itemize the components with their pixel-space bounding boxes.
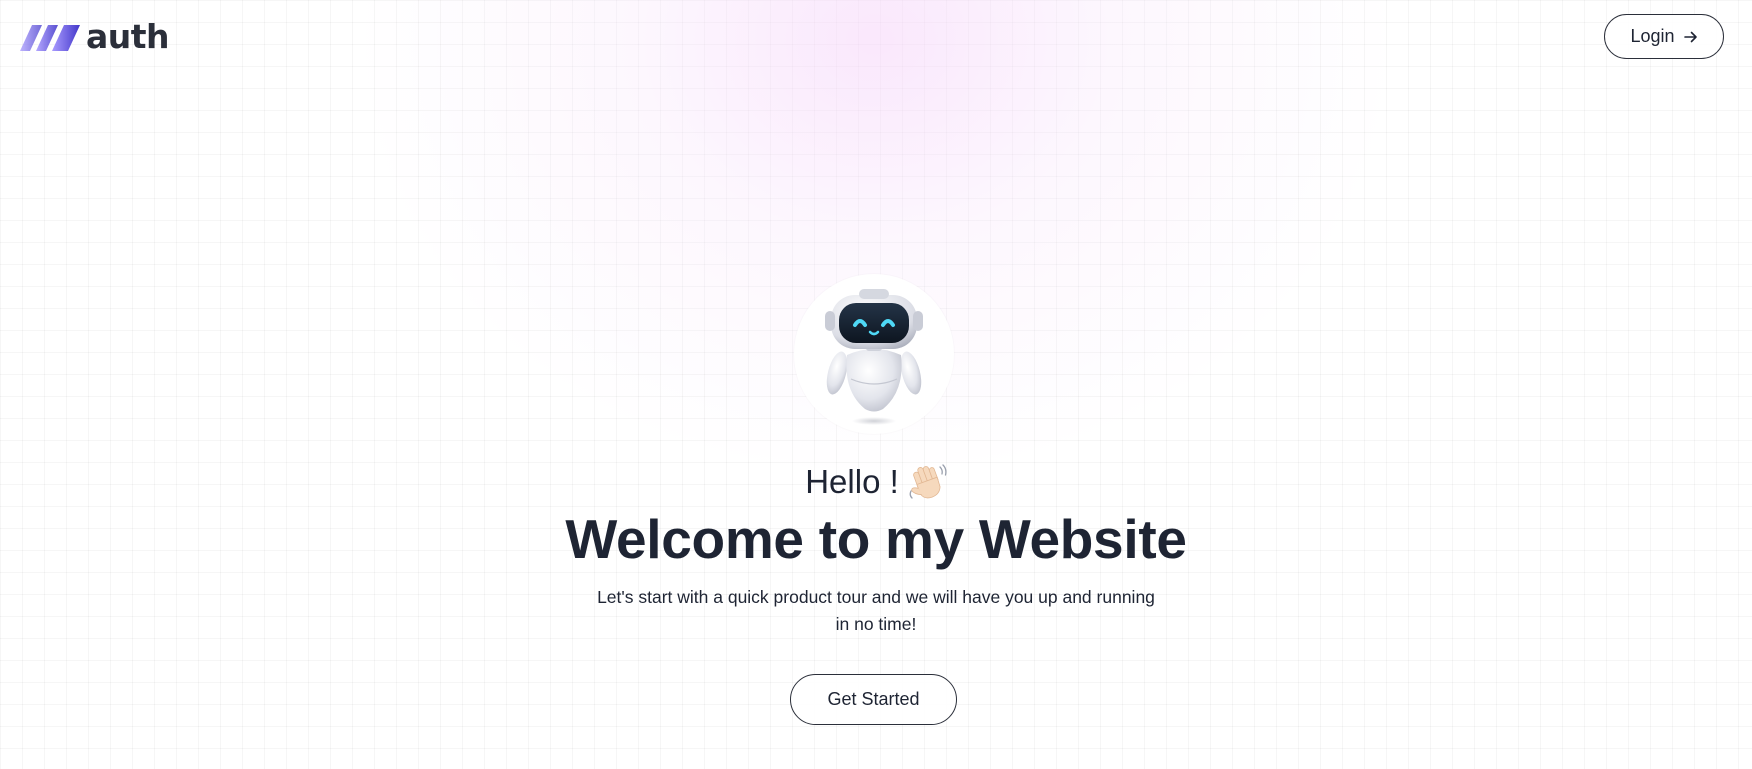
- greeting-text: Hello !: [805, 463, 899, 500]
- get-started-button-label: Get Started: [827, 689, 920, 709]
- greeting: Hello !: [0, 460, 1752, 504]
- robot-icon: [825, 289, 923, 425]
- get-started-button[interactable]: Get Started: [790, 674, 957, 725]
- robot-avatar: [794, 274, 954, 434]
- waving-hand-icon: [909, 464, 947, 499]
- page-title: Welcome to my Website: [565, 508, 1187, 570]
- hero-section: Hello ! Welcome to my Website Let's star…: [0, 0, 1752, 769]
- hero-subtitle: Let's start with a quick product tour an…: [597, 587, 1155, 634]
